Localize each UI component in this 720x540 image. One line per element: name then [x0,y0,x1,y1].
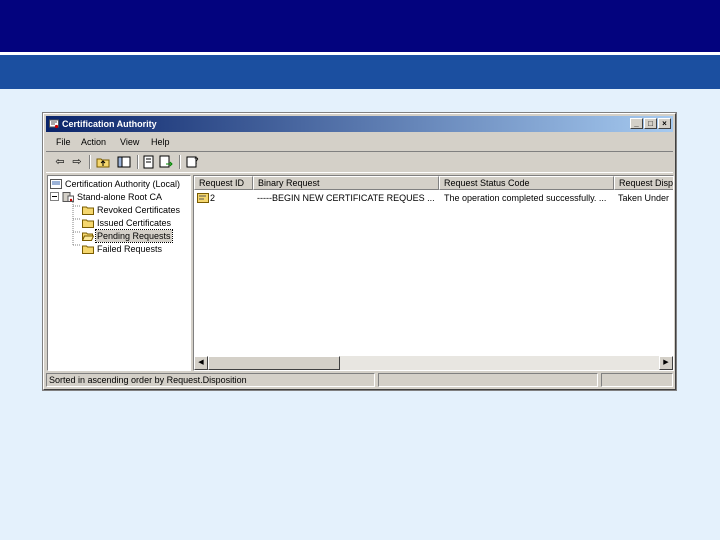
scroll-left-icon[interactable]: ◀ [194,356,208,370]
folder-icon [82,219,94,228]
show-hide-tree-icon[interactable] [117,155,131,169]
column-header-binary-request[interactable]: Binary Request [253,176,439,190]
console-root-icon [50,179,62,189]
mmc-window: Certification Authority _ □ × File Actio… [42,112,677,391]
tree-item-label: Pending Requests [95,229,173,243]
results-list[interactable]: Request ID Binary Request Request Status… [193,175,674,371]
tree-item-label: Issued Certificates [97,218,172,228]
cell-request-id: 2 [210,193,216,203]
request-icon [197,193,209,203]
status-bar: Sorted in ascending order by Request.Dis… [46,373,673,387]
toolbar-separator [137,155,139,169]
tree-ca-label: Stand-alone Root CA [77,192,163,202]
status-text: Sorted in ascending order by Request.Dis… [46,373,375,387]
menu-help[interactable]: Help [151,134,170,150]
window-title: Certification Authority [62,119,157,129]
title-bar[interactable]: Certification Authority _ □ × [46,116,673,132]
cell-status-code: The operation completed successfully. ..… [444,193,607,203]
cell-binary-request: -----BEGIN NEW CERTIFICATE REQUES ... [257,193,435,203]
tree-item-label: Revoked Certificates [97,205,181,215]
tree-connector-lines [72,200,80,246]
folder-icon [82,206,94,215]
column-header-request-id[interactable]: Request ID [194,176,253,190]
menu-view[interactable]: View [120,134,139,150]
open-folder-icon [82,232,94,241]
horizontal-scrollbar[interactable]: ◀ ▶ [194,356,673,370]
toolbar: ⇦ ⇨ ? [46,151,673,173]
minimize-button[interactable]: _ [630,118,643,129]
forward-icon[interactable]: ⇨ [70,155,84,169]
svg-text:?: ? [194,157,199,167]
menu-action[interactable]: Action [81,134,106,150]
collapse-icon[interactable] [50,192,59,201]
certificate-icon [49,119,59,129]
menu-file[interactable]: File [56,134,71,150]
tree-item-label: Failed Requests [97,244,163,254]
folder-icon [82,245,94,254]
up-folder-icon[interactable] [96,155,110,169]
properties-icon[interactable] [142,155,156,169]
toolbar-separator [179,155,181,169]
cell-disposition: Taken Under [618,193,670,203]
status-panel [378,373,598,387]
maximize-button[interactable]: □ [644,118,657,129]
back-icon[interactable]: ⇦ [53,155,67,169]
tree-root-label: Certification Authority (Local) [65,179,181,189]
slide-header-bar [0,0,720,52]
help-icon[interactable]: ? [186,155,200,169]
console-tree[interactable]: Certification Authority (Local) Stand-al… [47,175,191,371]
scroll-thumb[interactable] [208,356,340,370]
status-panel [601,373,673,387]
column-header-disposition[interactable]: Request Disp [614,176,673,190]
toolbar-separator [89,155,91,169]
close-button[interactable]: × [658,118,671,129]
column-header-status-code[interactable]: Request Status Code [439,176,614,190]
export-list-icon[interactable] [159,155,173,169]
slide-subheader-band [0,55,720,89]
menu-bar: File Action View Help [46,134,673,150]
scroll-right-icon[interactable]: ▶ [659,356,673,370]
